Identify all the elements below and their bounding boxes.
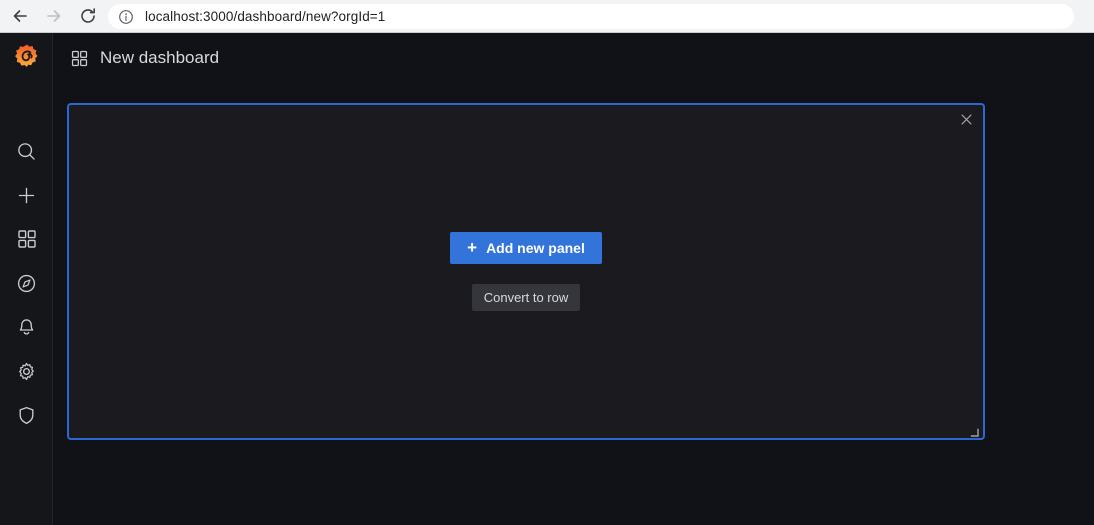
convert-to-row-button[interactable]: Convert to row: [471, 284, 581, 311]
grafana-app: New dashboard + Add new panel Convert to…: [0, 33, 1094, 525]
info-circle-icon[interactable]: [118, 9, 134, 25]
convert-to-row-label: Convert to row: [483, 290, 569, 305]
sidebar-item-alerting[interactable]: [0, 305, 53, 349]
add-new-panel-label: Add new panel: [486, 240, 585, 256]
sidebar: [0, 33, 53, 525]
browser-back-button[interactable]: [3, 0, 37, 33]
compass-icon: [16, 273, 37, 294]
sidebar-item-server-admin[interactable]: [0, 393, 53, 437]
bell-icon: [16, 317, 37, 338]
arrow-right-icon: [44, 6, 64, 26]
page-header: New dashboard: [71, 48, 219, 68]
grafana-logo-button[interactable]: [0, 33, 53, 88]
add-new-panel-button[interactable]: + Add new panel: [450, 232, 602, 264]
search-icon: [16, 141, 37, 162]
add-panel-placeholder[interactable]: + Add new panel Convert to row: [67, 103, 985, 440]
plus-icon: +: [467, 237, 478, 257]
gear-icon: [16, 361, 37, 382]
panel-actions: + Add new panel Convert to row: [69, 105, 983, 438]
browser-toolbar: localhost:3000/dashboard/new?orgId=1: [0, 0, 1094, 33]
browser-reload-button[interactable]: [71, 0, 105, 33]
sidebar-nav-bottom: [0, 305, 53, 437]
reload-icon: [78, 6, 98, 26]
address-bar[interactable]: localhost:3000/dashboard/new?orgId=1: [108, 4, 1074, 29]
resize-handle-icon[interactable]: [968, 424, 979, 437]
apps-grid-icon: [71, 50, 88, 67]
page-title: New dashboard: [100, 48, 220, 67]
grafana-logo: [12, 43, 42, 78]
address-bar-url[interactable]: localhost:3000/dashboard/new?orgId=1: [145, 9, 385, 24]
sidebar-item-dashboards[interactable]: [0, 217, 53, 261]
apps-grid-icon: [17, 229, 37, 249]
sidebar-item-explore[interactable]: [0, 261, 53, 305]
shield-icon: [16, 405, 37, 426]
dashboard-content: New dashboard + Add new panel Convert to…: [53, 33, 1094, 525]
plus-icon: [16, 185, 37, 206]
sidebar-item-configuration[interactable]: [0, 349, 53, 393]
sidebar-item-search[interactable]: [0, 129, 53, 173]
sidebar-item-create[interactable]: [0, 173, 53, 217]
sidebar-nav-top: [0, 129, 53, 305]
browser-forward-button[interactable]: [37, 0, 71, 33]
arrow-left-icon: [10, 6, 30, 26]
